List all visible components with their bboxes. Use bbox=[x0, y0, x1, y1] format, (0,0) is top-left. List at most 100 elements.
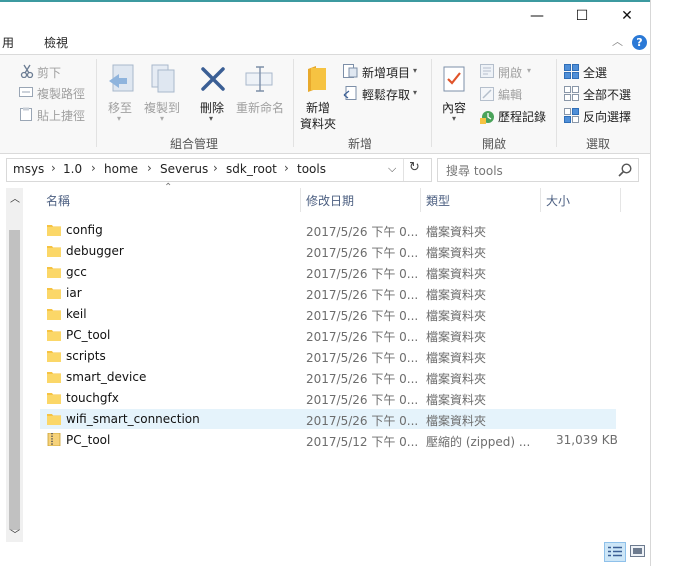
delete-icon bbox=[201, 67, 225, 91]
file-type: 檔案資料夾 bbox=[426, 372, 487, 386]
file-name[interactable]: touchgfx bbox=[66, 391, 119, 405]
file-name[interactable]: debugger bbox=[66, 244, 124, 258]
close-button[interactable]: ✕ bbox=[612, 6, 642, 26]
explorer-window: — ☐ ✕ 用 檢視 ︿ ? 剪下 複製路徑 貼上捷徑 移至 ▾ 複製到 ▾ 刪… bbox=[0, 0, 651, 566]
column-header-date[interactable]: 修改日期 bbox=[306, 192, 354, 209]
refresh-icon[interactable]: ↻ bbox=[409, 160, 420, 175]
rename-button[interactable]: 重新命名 bbox=[236, 99, 284, 116]
file-name[interactable]: scripts bbox=[66, 349, 106, 363]
new-item-dropdown-icon: ▾ bbox=[413, 66, 418, 75]
cut-button[interactable]: 剪下 bbox=[37, 64, 61, 81]
file-name[interactable]: config bbox=[66, 223, 103, 237]
column-header-name[interactable]: 名稱 bbox=[46, 192, 70, 209]
file-date: 2017/5/26 下午 0... bbox=[306, 225, 419, 239]
scroll-up-icon[interactable]: ︿ bbox=[10, 190, 20, 205]
file-name[interactable]: PC_tool bbox=[66, 433, 110, 447]
ribbon: 剪下 複製路徑 貼上捷徑 移至 ▾ 複製到 ▾ 刪除 ▾ 重新命名 組合管理 新… bbox=[0, 54, 651, 154]
move-to-icon bbox=[109, 64, 134, 92]
new-folder-label-line2[interactable]: 資料夾 bbox=[300, 115, 336, 132]
file-name[interactable]: iar bbox=[66, 286, 82, 300]
list-item[interactable]: touchgfx 2017/5/26 下午 0... 檔案資料夾 bbox=[40, 388, 616, 408]
breadcrumb-separator[interactable]: › bbox=[213, 161, 218, 175]
breadcrumb-1-0[interactable]: 1.0 bbox=[63, 162, 82, 176]
list-item[interactable]: config 2017/5/26 下午 0... 檔案資料夾 bbox=[40, 220, 616, 240]
column-separator[interactable] bbox=[620, 188, 621, 212]
copy-path-button[interactable]: 複製路徑 bbox=[37, 85, 85, 102]
select-all-button[interactable]: 全選 bbox=[583, 64, 607, 81]
window-right-edge bbox=[650, 0, 651, 566]
breadcrumb-tools[interactable]: tools bbox=[297, 162, 326, 176]
file-name[interactable]: wifi_smart_connection bbox=[66, 412, 200, 426]
invert-selection-button[interactable]: 反向選擇 bbox=[583, 108, 631, 125]
file-name[interactable]: smart_device bbox=[66, 370, 146, 384]
list-item[interactable]: scripts 2017/5/26 下午 0... 檔案資料夾 bbox=[40, 346, 616, 366]
details-view-button[interactable] bbox=[604, 542, 626, 562]
folder-icon bbox=[47, 414, 61, 425]
breadcrumb-severus[interactable]: Severus bbox=[160, 162, 208, 176]
column-separator[interactable] bbox=[300, 188, 301, 212]
file-name[interactable]: gcc bbox=[66, 265, 87, 279]
folder-icon bbox=[47, 246, 61, 257]
large-icons-view-icon bbox=[630, 545, 645, 557]
search-input[interactable]: 搜尋 tools bbox=[446, 162, 503, 179]
scrollbar-thumb[interactable] bbox=[9, 230, 20, 530]
list-item[interactable]: keil 2017/5/26 下午 0... 檔案資料夾 bbox=[40, 304, 616, 324]
help-icon[interactable]: ? bbox=[632, 35, 647, 50]
new-item-button[interactable]: 新增項目 bbox=[362, 64, 410, 81]
select-none-icon bbox=[564, 86, 579, 101]
breadcrumb-sdk-root[interactable]: sdk_root bbox=[226, 162, 277, 176]
minimize-button[interactable]: — bbox=[522, 6, 552, 26]
breadcrumb-separator[interactable]: › bbox=[91, 161, 96, 175]
list-item[interactable]: iar 2017/5/26 下午 0... 檔案資料夾 bbox=[40, 283, 616, 303]
ribbon-separator bbox=[431, 59, 432, 147]
address-bar[interactable]: msys › 1.0 › home › Severus › sdk_root ›… bbox=[6, 158, 432, 182]
scroll-down-icon[interactable]: ﹀ bbox=[10, 526, 20, 541]
open-button[interactable]: 開啟 bbox=[498, 64, 522, 81]
breadcrumb-separator[interactable]: › bbox=[284, 161, 289, 175]
large-icons-view-button[interactable] bbox=[628, 542, 648, 560]
list-item[interactable]: PC_tool 2017/5/26 下午 0... 檔案資料夾 bbox=[40, 325, 616, 345]
file-date: 2017/5/26 下午 0... bbox=[306, 351, 419, 365]
list-item[interactable]: debugger 2017/5/26 下午 0... 檔案資料夾 bbox=[40, 241, 616, 261]
breadcrumb-home[interactable]: home bbox=[104, 162, 138, 176]
folder-icon bbox=[47, 372, 61, 383]
folder-icon bbox=[47, 330, 61, 341]
ribbon-separator bbox=[96, 59, 97, 147]
search-icon[interactable] bbox=[618, 163, 632, 177]
collapse-ribbon-icon[interactable]: ︿ bbox=[612, 33, 623, 49]
breadcrumb-separator[interactable]: › bbox=[51, 161, 56, 175]
address-dropdown-icon[interactable]: ⌵ bbox=[388, 162, 396, 176]
column-separator[interactable] bbox=[420, 188, 421, 212]
list-item[interactable]: PC_tool 2017/5/12 下午 0... 壓縮的 (zipped) .… bbox=[40, 430, 618, 450]
breadcrumb-separator[interactable]: › bbox=[147, 161, 152, 175]
list-item-selected[interactable]: wifi_smart_connection 2017/5/26 下午 0... … bbox=[40, 409, 616, 429]
easy-access-button[interactable]: 輕鬆存取 bbox=[362, 86, 410, 103]
new-folder-label-line1[interactable]: 新增 bbox=[306, 99, 330, 116]
select-none-button[interactable]: 全部不選 bbox=[583, 86, 631, 103]
ribbon-separator bbox=[556, 59, 557, 147]
file-name[interactable]: PC_tool bbox=[66, 328, 110, 342]
maximize-button[interactable]: ☐ bbox=[567, 6, 597, 26]
column-separator[interactable] bbox=[540, 188, 541, 212]
sort-ascending-icon: ⌃ bbox=[164, 182, 173, 193]
search-box[interactable]: 搜尋 tools bbox=[437, 158, 639, 182]
paste-shortcut-button[interactable]: 貼上捷徑 bbox=[37, 107, 85, 124]
open-dropdown-icon: ▾ bbox=[527, 66, 532, 75]
list-item[interactable]: gcc 2017/5/26 下午 0... 檔案資料夾 bbox=[40, 262, 616, 282]
breadcrumb-msys[interactable]: msys bbox=[13, 162, 44, 176]
history-button[interactable]: 歷程記錄 bbox=[498, 108, 546, 125]
folder-icon bbox=[47, 267, 61, 278]
invert-selection-icon bbox=[564, 108, 579, 123]
file-date: 2017/5/26 下午 0... bbox=[306, 267, 419, 281]
column-header-type[interactable]: 類型 bbox=[426, 192, 450, 209]
list-item[interactable]: smart_device 2017/5/26 下午 0... 檔案資料夾 bbox=[40, 367, 616, 387]
file-name[interactable]: keil bbox=[66, 307, 87, 321]
properties-dropdown-icon: ▾ bbox=[452, 114, 457, 123]
easy-access-dropdown-icon: ▾ bbox=[413, 88, 418, 97]
new-item-icon bbox=[343, 64, 358, 78]
organize-group-title: 組合管理 bbox=[169, 137, 218, 151]
tab-share[interactable]: 用 bbox=[2, 34, 14, 51]
edit-button[interactable]: 編輯 bbox=[498, 86, 522, 103]
tab-view[interactable]: 檢視 bbox=[44, 34, 68, 51]
column-header-size[interactable]: 大小 bbox=[546, 192, 570, 209]
